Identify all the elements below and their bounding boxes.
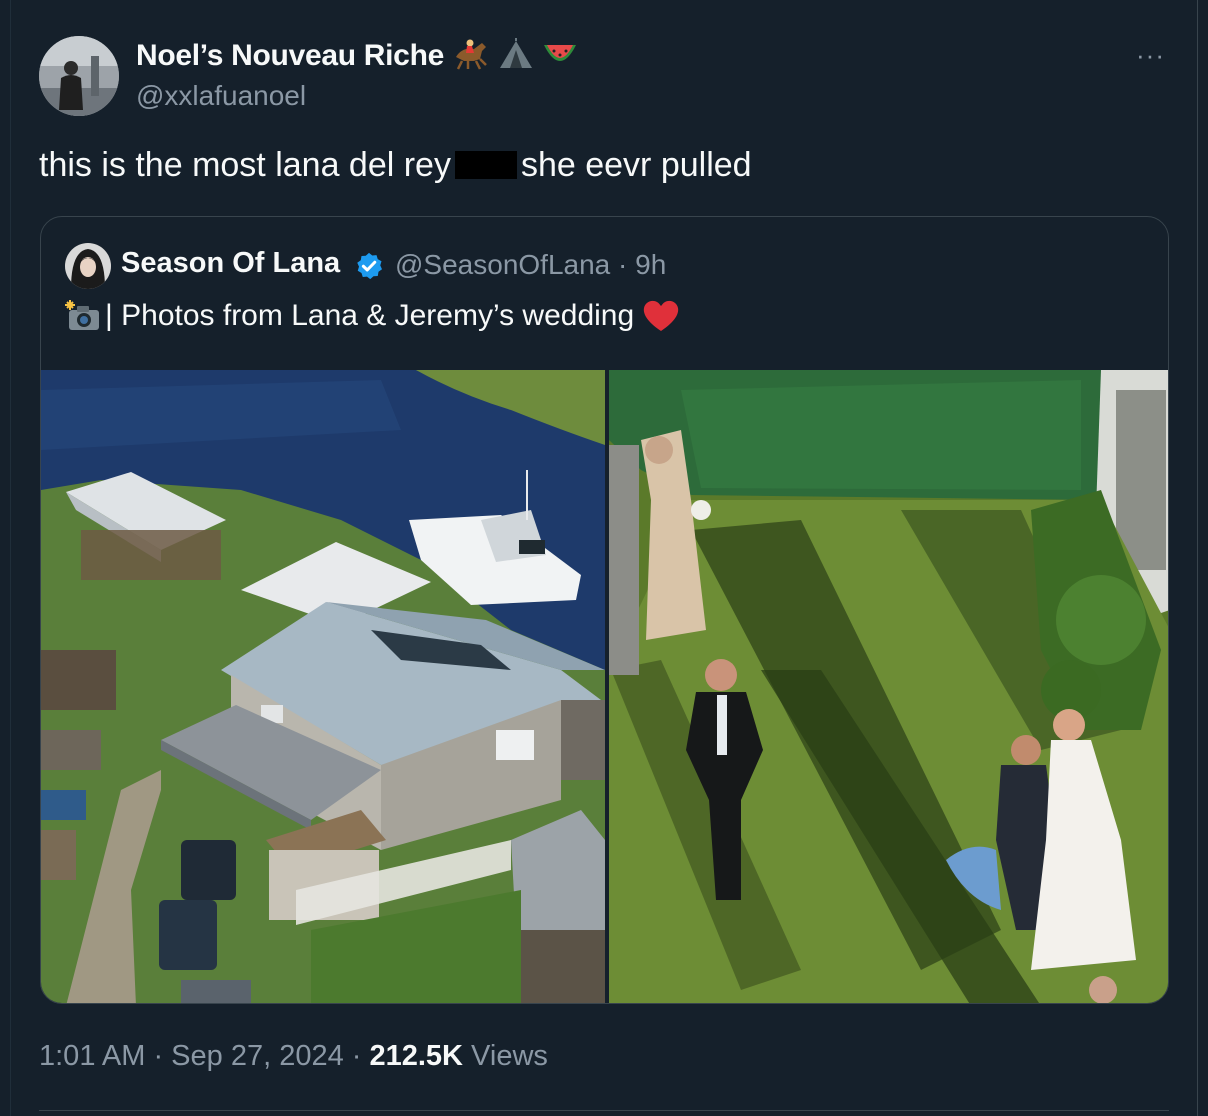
views-label: Views bbox=[463, 1040, 548, 1072]
tweet-timestamp[interactable]: 1:01 AM · Sep 27, 2024 · bbox=[39, 1040, 369, 1072]
horse-racing-icon bbox=[452, 37, 490, 76]
column-border-right bbox=[1197, 0, 1198, 1116]
tent-icon bbox=[498, 37, 534, 75]
column-border-left bbox=[10, 0, 11, 1116]
verified-badge-icon bbox=[357, 252, 382, 280]
quoted-author-name[interactable]: Season Of Lana bbox=[121, 247, 340, 280]
camera-flash-icon bbox=[65, 300, 99, 330]
watermelon-icon bbox=[542, 39, 578, 74]
tweet-text-after: she eevr pulled bbox=[520, 146, 752, 184]
quoted-tweet-media[interactable] bbox=[41, 370, 1169, 1004]
author-display-name[interactable]: Noel’s Nouveau Riche bbox=[136, 39, 444, 73]
more-options-icon[interactable]: ··· bbox=[1136, 40, 1165, 71]
quoted-tweet[interactable]: Season Of Lana @SeasonOfLana · 9h | Phot… bbox=[40, 216, 1169, 1004]
tweet-timestamp-row: 1:01 AM · Sep 27, 2024 · 212.5K Views bbox=[39, 1040, 548, 1073]
tweet-detail: Noel’s Nouveau Riche @xxlafuanoel ··· th… bbox=[0, 0, 1208, 1116]
divider bbox=[39, 1110, 1169, 1111]
red-heart-icon bbox=[644, 300, 679, 331]
tweet-text: this is the most lana del rey she eevr pu… bbox=[39, 146, 752, 185]
quoted-tweet-text: | Photos from Lana & Jeremy’s wedding bbox=[105, 299, 635, 332]
redaction-bar bbox=[454, 151, 517, 179]
photo-aerial-house[interactable] bbox=[41, 370, 605, 1004]
quoted-author-handle-time[interactable]: @SeasonOfLana · 9h bbox=[395, 249, 666, 281]
author-handle[interactable]: @xxlafuanoel bbox=[136, 80, 306, 112]
photo-wedding-walk[interactable] bbox=[609, 370, 1169, 1004]
author-avatar[interactable] bbox=[39, 36, 119, 116]
quoted-author-avatar[interactable] bbox=[65, 243, 111, 289]
tweet-text-before: this is the most lana del rey bbox=[39, 146, 451, 184]
author-name-row: Noel’s Nouveau Riche bbox=[136, 37, 578, 76]
quoted-tweet-text-row: | Photos from Lana & Jeremy’s wedding bbox=[65, 299, 680, 333]
views-count: 212.5K bbox=[369, 1040, 463, 1072]
